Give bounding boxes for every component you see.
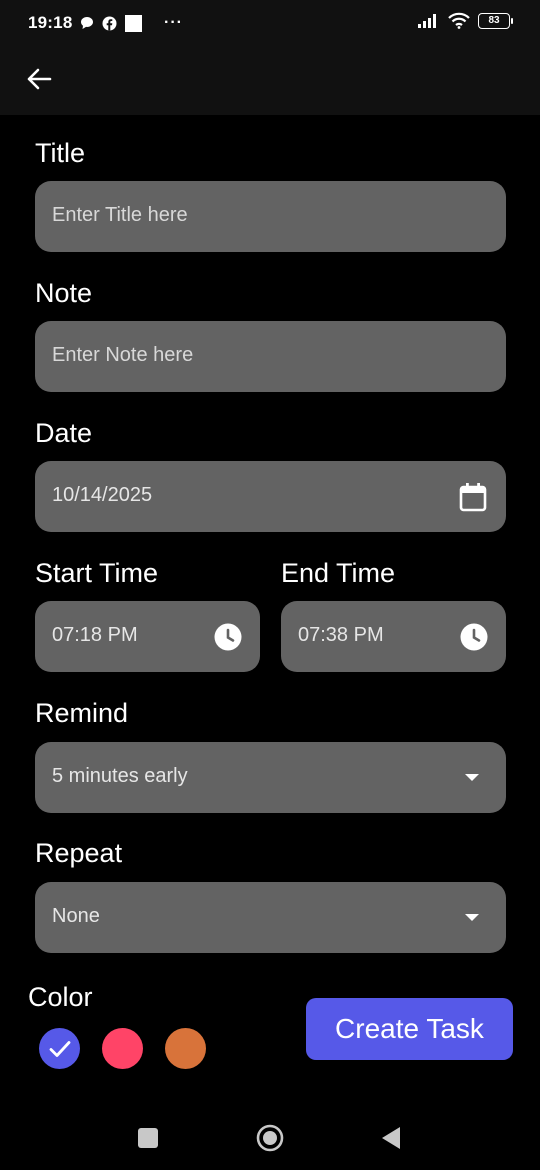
dropdown-arrow-icon	[465, 913, 479, 921]
note-label: Note	[35, 278, 93, 308]
date-label: Date	[35, 418, 93, 448]
check-icon	[49, 1040, 70, 1057]
recent-apps-button[interactable]	[131, 1121, 165, 1155]
note-input[interactable]: Enter Note here	[35, 321, 506, 392]
clock-icon	[214, 623, 242, 650]
title-input[interactable]: Enter Title here	[35, 181, 506, 252]
remind-dropdown[interactable]: 5 minutes early	[35, 742, 506, 813]
date-value: 10/14/2025	[52, 484, 153, 506]
back-nav-icon	[382, 1127, 400, 1149]
notification-icons: ···	[80, 14, 183, 32]
end-time-field[interactable]: 07:38 PM	[281, 601, 506, 672]
status-bar: 19:18 ··· 83	[0, 0, 540, 48]
title-placeholder: Enter Title here	[52, 204, 188, 226]
color-swatch-orange[interactable]	[165, 1028, 206, 1069]
system-nav-bar	[0, 1105, 540, 1170]
battery-level: 83	[488, 15, 500, 26]
app-bar	[0, 48, 540, 115]
create-task-button[interactable]: Create Task	[306, 998, 513, 1060]
color-label: Color	[28, 982, 93, 1012]
home-button[interactable]	[253, 1121, 287, 1155]
color-swatch-pink[interactable]	[102, 1028, 143, 1069]
home-icon	[256, 1124, 284, 1152]
color-swatch-blue[interactable]	[39, 1028, 80, 1069]
repeat-dropdown[interactable]: None	[35, 882, 506, 953]
repeat-value: None	[52, 905, 100, 927]
arrow-back-icon	[27, 68, 52, 90]
recent-apps-icon	[138, 1128, 158, 1148]
title-label: Title	[35, 138, 86, 168]
back-nav-button[interactable]	[374, 1121, 408, 1155]
start-time-value: 07:18 PM	[52, 624, 138, 646]
system-icons: 83	[418, 12, 513, 29]
clock-icon	[460, 623, 488, 650]
start-time-clock-button[interactable]	[213, 601, 243, 672]
end-time-value: 07:38 PM	[298, 624, 384, 646]
remind-label: Remind	[35, 698, 129, 728]
message-icon	[81, 17, 93, 29]
calendar-icon	[459, 482, 487, 511]
battery-icon: 83	[478, 12, 513, 29]
wifi-icon	[448, 12, 470, 29]
signal-icon	[418, 13, 436, 28]
facebook-icon	[102, 16, 117, 30]
dropdown-arrow-icon	[465, 773, 479, 781]
end-time-label: End Time	[281, 558, 396, 588]
calendar-button[interactable]	[458, 461, 488, 532]
date-field[interactable]: 10/14/2025	[35, 461, 506, 532]
back-button[interactable]	[22, 62, 56, 96]
end-time-clock-button[interactable]	[459, 601, 489, 672]
remind-value: 5 minutes early	[52, 765, 188, 787]
more-notifications-icon: ···	[164, 14, 183, 31]
repeat-dropdown-toggle[interactable]	[464, 882, 480, 953]
start-time-field[interactable]: 07:18 PM	[35, 601, 260, 672]
status-time: 19:18	[28, 13, 73, 32]
start-time-label: Start Time	[35, 558, 159, 588]
note-placeholder: Enter Note here	[52, 344, 194, 366]
square-notification-icon	[125, 14, 142, 32]
repeat-label: Repeat	[35, 838, 123, 868]
remind-dropdown-toggle[interactable]	[464, 742, 480, 813]
